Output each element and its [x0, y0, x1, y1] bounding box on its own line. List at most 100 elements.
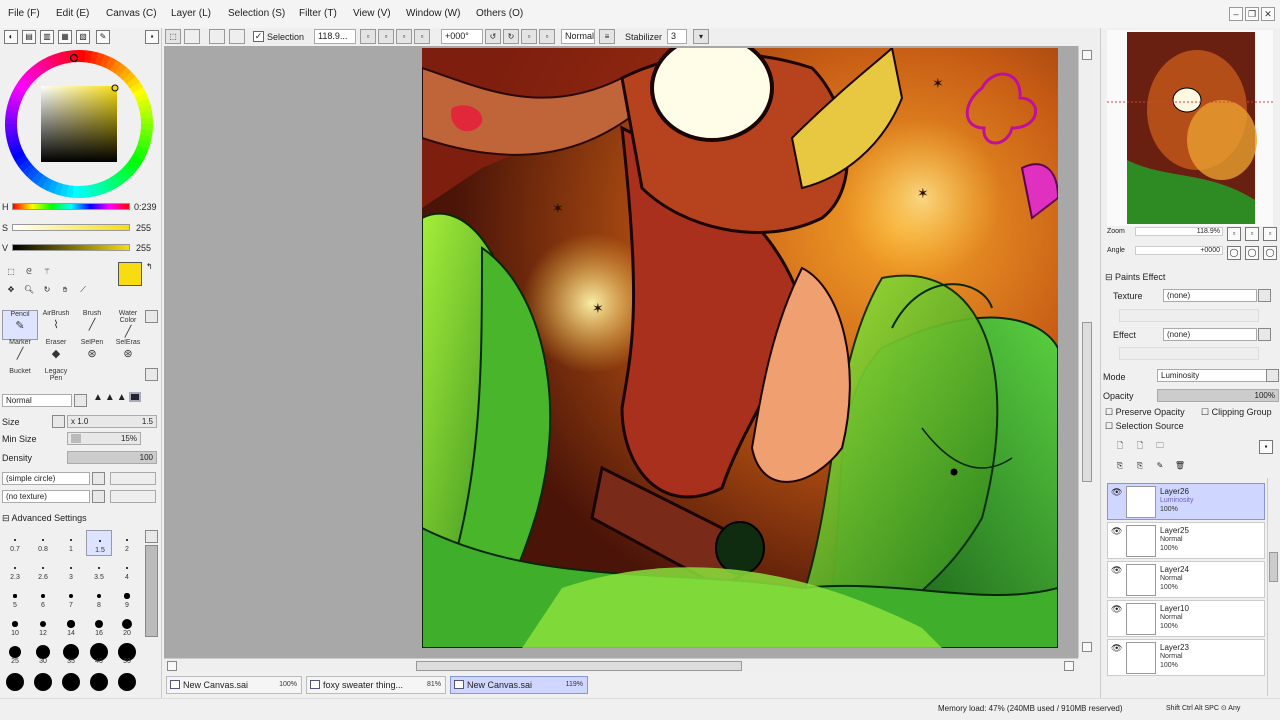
brush-size-cell[interactable]: 30	[30, 642, 56, 668]
paints-effect-header[interactable]: ⊟ Paints Effect	[1105, 272, 1165, 283]
rotate-icon[interactable]: ↻	[40, 284, 54, 298]
eyedropper-icon[interactable]: ⟋	[76, 284, 90, 298]
brush-size-cell[interactable]: 7	[58, 586, 84, 612]
swatch-mode-icon[interactable]: ▧	[76, 30, 90, 44]
menu-view[interactable]: View (V)	[353, 8, 391, 19]
mode-menu-button[interactable]: ≡	[599, 29, 615, 44]
selection-invert-button[interactable]	[209, 29, 225, 44]
delete-layer-icon[interactable]: 🗑︎	[1173, 460, 1187, 474]
brush-edge-shapes[interactable]: ▲▲▲	[93, 392, 157, 408]
clear-layer-icon[interactable]: ✎	[1153, 460, 1167, 474]
horizontal-scroll-thumb[interactable]	[416, 661, 742, 671]
tool-scroll-down[interactable]	[145, 368, 158, 381]
tab-document-1[interactable]: New Canvas.sai 100%	[166, 676, 302, 694]
brush-shape-dropdown[interactable]	[92, 472, 105, 485]
vertical-scroll-thumb[interactable]	[1082, 322, 1092, 482]
effect-strength-slider[interactable]	[1119, 347, 1259, 360]
hue-slider[interactable]	[12, 203, 130, 210]
selection-clear-button[interactable]	[184, 29, 200, 44]
layer-opacity-slider[interactable]: 100%	[1157, 389, 1279, 402]
brush-size-cell[interactable]: 8	[86, 586, 112, 612]
new-linework-layer-icon[interactable]: 🗋︎	[1133, 440, 1147, 454]
rotate-reset-button[interactable]: ▫	[521, 29, 537, 44]
brush-mode-field[interactable]: Normal	[2, 394, 72, 407]
selection-fill-button[interactable]	[229, 29, 245, 44]
panel-collapse-icon[interactable]: ▪	[145, 30, 159, 44]
brush-size-cell[interactable]: 14	[58, 614, 84, 640]
brush-size-cell[interactable]: 0.7	[2, 530, 28, 556]
effect-dropdown[interactable]	[1258, 328, 1271, 341]
close-button[interactable]: ✕	[1261, 7, 1275, 21]
brush-size-cell[interactable]	[30, 670, 56, 696]
layer-row[interactable]: 👁︎ Layer10 Normal 100%	[1107, 600, 1265, 637]
hsv-slider-mode-icon[interactable]: ▥	[40, 30, 54, 44]
stabilizer-field[interactable]: 3	[667, 29, 687, 44]
texture-strength-slider[interactable]	[1119, 309, 1259, 322]
nav-zoom-value[interactable]: 118.9%	[1135, 227, 1223, 236]
size-grid-scrollbar[interactable]	[145, 545, 158, 637]
merge-down-icon[interactable]: ⎘	[1133, 460, 1147, 474]
tool-seleras[interactable]: SelEras ⊛	[110, 339, 146, 369]
brush-size-cell[interactable]: 2.6	[30, 558, 56, 584]
brush-size-cell[interactable]: 4	[114, 558, 140, 584]
brush-size-cell[interactable]: 1.5	[86, 530, 112, 556]
brush-size-cell[interactable]: 3.5	[86, 558, 112, 584]
nav-rotate-left-icon[interactable]: ◯	[1227, 246, 1241, 260]
horizontal-scrollbar[interactable]	[164, 658, 1078, 672]
visibility-eye-icon[interactable]: 👁︎	[1111, 487, 1122, 497]
stabilizer-dropdown[interactable]: ▾	[693, 29, 709, 44]
menu-others[interactable]: Others (O)	[476, 8, 523, 19]
new-layer-icon[interactable]: 🗋︎	[1113, 440, 1127, 454]
scroll-right-arrow-icon[interactable]	[1064, 661, 1074, 671]
visibility-eye-icon[interactable]: 👁︎	[1111, 643, 1122, 653]
tab-document-3[interactable]: New Canvas.sai 119%	[450, 676, 588, 694]
canvas-area[interactable]: ✶ ✶ ✶ ✶	[164, 46, 1084, 658]
zoom-in-button[interactable]: ▫	[378, 29, 394, 44]
selection-source-checkbox[interactable]: ☐ Selection Source	[1105, 421, 1184, 432]
min-size-slider[interactable]: 15%	[67, 432, 141, 445]
rotate-right-button[interactable]: ↻	[503, 29, 519, 44]
brush-shape-field[interactable]: (simple circle)	[2, 472, 90, 485]
magic-wand-icon[interactable]: ⚚	[40, 266, 54, 280]
brush-size-cell[interactable]: 2	[114, 530, 140, 556]
zoom-reset-button[interactable]: ▫	[414, 29, 430, 44]
nav-rotate-reset-icon[interactable]: ◯	[1263, 246, 1277, 260]
brush-size-cell[interactable]: 25	[2, 642, 28, 668]
brush-size-cell[interactable]: 20	[114, 614, 140, 640]
move-icon[interactable]: ✥	[4, 284, 18, 298]
brush-mode-dropdown[interactable]	[74, 394, 87, 407]
layer-row[interactable]: 👁︎ Layer24 Normal 100%	[1107, 561, 1265, 598]
nav-angle-value[interactable]: +0000	[1135, 246, 1223, 255]
layer-list-scrollbar[interactable]	[1267, 478, 1279, 696]
artwork-canvas[interactable]: ✶ ✶ ✶ ✶	[422, 48, 1058, 648]
rotate-left-button[interactable]: ↺	[485, 29, 501, 44]
vertical-scrollbar[interactable]	[1078, 46, 1094, 658]
transfer-down-icon[interactable]: ⎘	[1113, 460, 1127, 474]
tool-pencil[interactable]: Pencil ✎	[2, 310, 38, 340]
advanced-settings-toggle[interactable]: ⊟ Advanced Settings	[2, 513, 87, 524]
rgb-slider-mode-icon[interactable]: ▤	[22, 30, 36, 44]
texture-dropdown[interactable]	[1258, 289, 1271, 302]
brush-size-cell[interactable]: 6	[30, 586, 56, 612]
angle-field[interactable]: +000°	[441, 29, 483, 44]
visibility-eye-icon[interactable]: 👁︎	[1111, 565, 1122, 575]
brush-texture-strength[interactable]	[110, 490, 156, 503]
effect-field[interactable]: (none)	[1163, 328, 1257, 341]
brush-size-cell[interactable]: 1	[58, 530, 84, 556]
brush-size-cell[interactable]: 10	[2, 614, 28, 640]
brush-size-cell[interactable]: 50	[114, 642, 140, 668]
menu-window[interactable]: Window (W)	[406, 8, 460, 19]
brush-shape-strength[interactable]	[110, 472, 156, 485]
palette-mode-icon[interactable]: ▦	[58, 30, 72, 44]
layer-row[interactable]: 👁︎ Layer23 Normal 100%	[1107, 639, 1265, 676]
tool-water-color[interactable]: Water Color ╱	[110, 310, 146, 340]
visibility-eye-icon[interactable]: 👁︎	[1111, 526, 1122, 536]
tool-selpen[interactable]: SelPen ⊛	[74, 339, 110, 369]
brush-size-cell[interactable]	[114, 670, 140, 696]
scroll-up-arrow-icon[interactable]	[1082, 50, 1092, 60]
menu-filter[interactable]: Filter (T)	[299, 8, 337, 19]
tool-brush[interactable]: Brush ╱	[74, 310, 110, 340]
flip-button[interactable]: ▫	[539, 29, 555, 44]
brush-size-cell[interactable]: 40	[86, 642, 112, 668]
tab-document-2[interactable]: foxy sweater thing... 81%	[306, 676, 446, 694]
